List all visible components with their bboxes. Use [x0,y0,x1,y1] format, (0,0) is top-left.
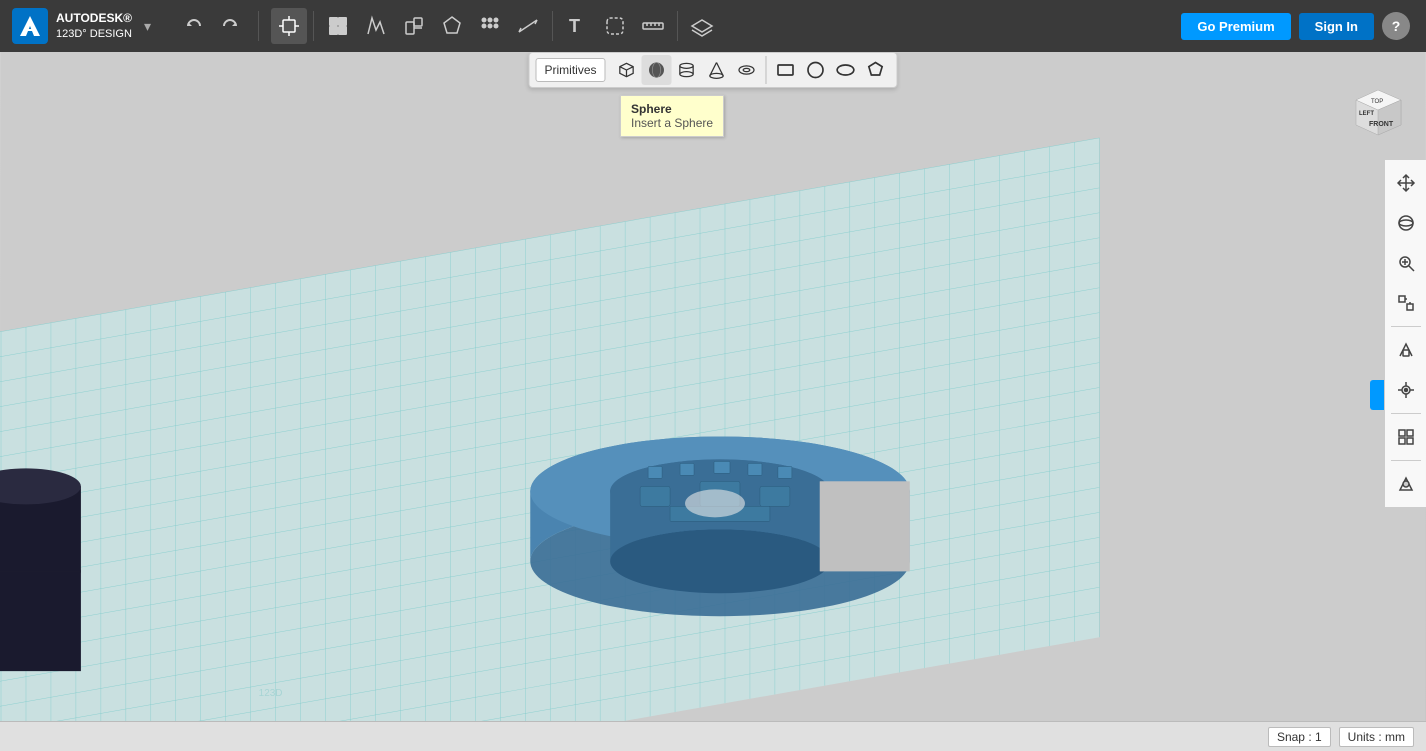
view-cube[interactable]: FRONT LEFT TOP [1341,70,1416,145]
sphere-shape-button[interactable] [642,55,672,85]
pan-button[interactable] [1387,164,1425,202]
ellipse-shape-button[interactable] [831,55,861,85]
primitives-tool[interactable] [320,8,356,44]
right-edge-tab[interactable] [1370,380,1384,410]
undo-button[interactable] [178,10,210,42]
material-button[interactable] [1387,465,1425,503]
topbar: AUTODESK® 123D° DESIGN ▾ [0,0,1426,52]
right-ctrl-sep-1 [1391,326,1421,327]
sketch-tool[interactable] [358,8,394,44]
toolbar-left [170,10,254,42]
svg-text:LEFT: LEFT [1359,111,1374,117]
toolbar-sep-2 [313,11,314,41]
polygon-shape-button[interactable] [861,55,891,85]
pattern-tool[interactable] [472,8,508,44]
top-right: Go Premium Sign In ? [1181,12,1426,40]
render-toggle-button[interactable] [1387,418,1425,456]
modify-tool[interactable] [434,8,470,44]
units-info[interactable]: Units : mm [1339,727,1414,747]
rectangle-shape-button[interactable] [771,55,801,85]
toolbar2-sep [766,56,767,84]
text-tool[interactable]: T [559,8,595,44]
signin-button[interactable]: Sign In [1299,13,1374,40]
logo-text: AUTODESK® 123D° DESIGN [56,11,132,41]
scene-svg: 123D 123D [0,52,1426,751]
home-view-button[interactable] [1387,331,1425,369]
redo-button[interactable] [214,10,246,42]
orbit-button[interactable] [1387,204,1425,242]
svg-text:T: T [569,16,580,36]
tooltip: Sphere Insert a Sphere [620,95,724,137]
logo-dropdown[interactable]: ▾ [144,18,151,35]
group-tool[interactable] [597,8,633,44]
right-ctrl-sep-3 [1391,460,1421,461]
look-at-button[interactable] [1387,371,1425,409]
svg-text:123D: 123D [259,688,283,699]
svg-text:FRONT: FRONT [1369,121,1394,128]
ruler-tool[interactable] [635,8,671,44]
cone-shape-button[interactable] [702,55,732,85]
layers-tool[interactable] [684,8,720,44]
snap-info[interactable]: Snap : 1 [1268,727,1331,747]
cylinder-shape-button[interactable] [672,55,702,85]
toolbar-sep-1 [258,11,259,41]
zoom-button[interactable] [1387,244,1425,282]
premium-button[interactable]: Go Premium [1181,13,1290,40]
box-shape-button[interactable] [612,55,642,85]
fit-button[interactable] [1387,284,1425,322]
transform-tool[interactable] [271,8,307,44]
viewport[interactable]: 123D 123D [0,52,1426,751]
logo-icon [12,8,48,44]
torus-shape-button[interactable] [732,55,762,85]
construct-tool[interactable] [396,8,432,44]
circle-shape-button[interactable] [801,55,831,85]
right-controls [1384,160,1426,507]
logo-area: AUTODESK® 123D° DESIGN ▾ [0,8,170,44]
toolbar-sep-4 [677,11,678,41]
help-button[interactable]: ? [1382,12,1410,40]
bottombar: Snap : 1 Units : mm [0,721,1426,751]
primitives-label[interactable]: Primitives [535,58,605,82]
primitives-toolbar: Primitives [528,52,897,88]
toolbar-main: T [263,8,728,44]
svg-text:TOP: TOP [1371,99,1383,105]
toolbar-sep-3 [552,11,553,41]
right-ctrl-sep-2 [1391,413,1421,414]
measure-tool[interactable] [510,8,546,44]
